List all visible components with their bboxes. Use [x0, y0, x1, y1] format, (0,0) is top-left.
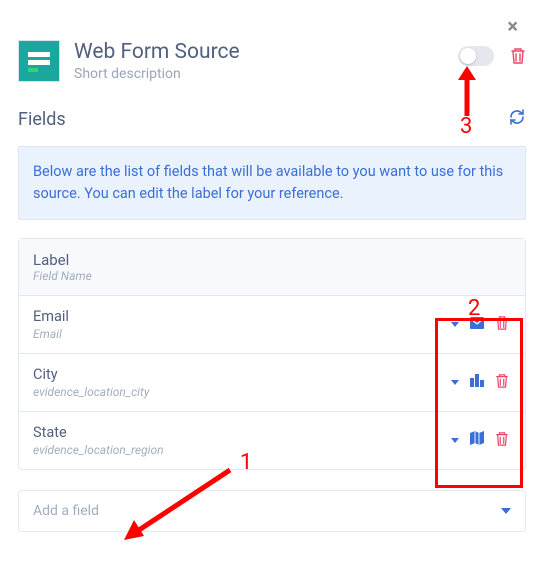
- add-field-select[interactable]: Add a field: [18, 490, 526, 532]
- field-name: evidence_location_city: [33, 385, 451, 399]
- field-row: Email Email: [19, 296, 525, 354]
- fields-section-header: Fields: [0, 92, 544, 138]
- field-name: Email: [33, 327, 451, 341]
- field-row: State evidence_location_region: [19, 412, 525, 469]
- chevron-down-icon[interactable]: [451, 322, 459, 327]
- panel-header: Web Form Source Short description: [0, 0, 544, 92]
- refresh-button[interactable]: [508, 108, 526, 130]
- field-row: City evidence_location_city: [19, 354, 525, 412]
- delete-field-button[interactable]: [495, 373, 511, 391]
- info-message: Below are the list of fields that will b…: [18, 146, 526, 220]
- map-icon[interactable]: [469, 430, 485, 450]
- source-toggle[interactable]: [458, 46, 494, 66]
- field-name: evidence_location_region: [33, 443, 451, 457]
- delete-source-button[interactable]: [510, 47, 526, 65]
- email-icon[interactable]: [469, 315, 485, 334]
- chevron-down-icon[interactable]: [451, 380, 459, 385]
- close-button[interactable]: ×: [507, 14, 518, 38]
- panel-subtitle: Short description: [74, 66, 458, 82]
- field-list: Label Field Name Email Email City eviden…: [18, 238, 526, 470]
- field-label[interactable]: City: [33, 366, 451, 383]
- chevron-down-icon: [501, 508, 511, 514]
- header-label: Label: [33, 251, 511, 269]
- webform-icon: [18, 40, 60, 82]
- fields-section-title: Fields: [18, 109, 66, 130]
- delete-field-button[interactable]: [495, 431, 511, 449]
- panel-title: Web Form Source: [74, 40, 458, 64]
- chevron-down-icon[interactable]: [451, 438, 459, 443]
- field-label[interactable]: State: [33, 424, 451, 441]
- delete-field-button[interactable]: [495, 315, 511, 333]
- field-label[interactable]: Email: [33, 308, 451, 325]
- add-field-placeholder: Add a field: [33, 503, 99, 519]
- city-icon[interactable]: [469, 372, 485, 392]
- toggle-knob: [460, 48, 476, 64]
- header-sublabel: Field Name: [33, 269, 511, 283]
- field-list-header: Label Field Name: [19, 239, 525, 296]
